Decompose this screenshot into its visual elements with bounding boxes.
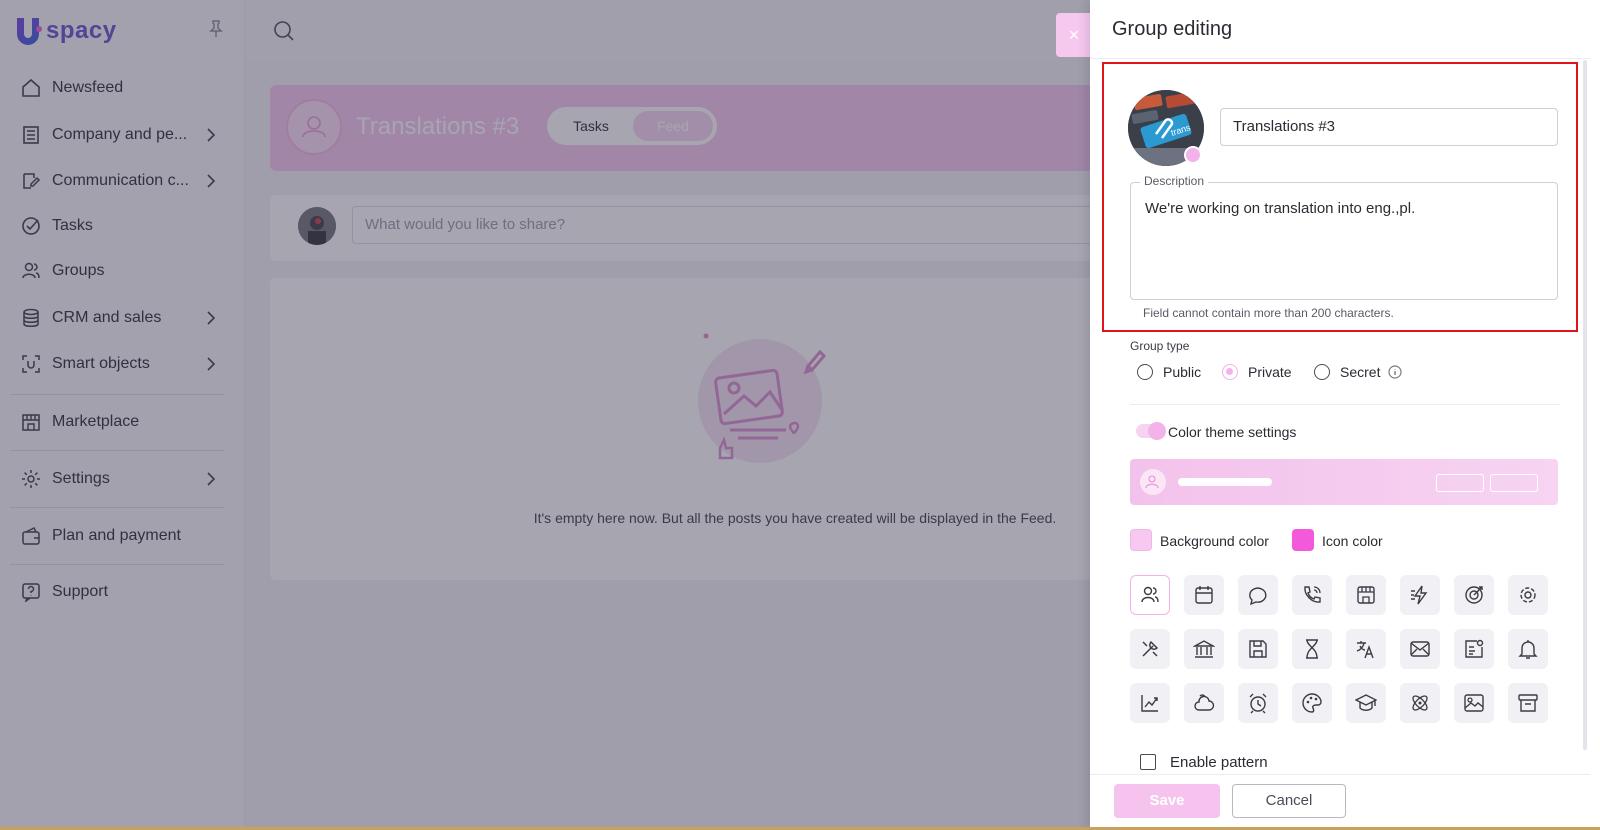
icon-option[interactable] bbox=[1238, 575, 1278, 615]
icon-option[interactable] bbox=[1346, 683, 1386, 723]
archive-icon bbox=[1518, 694, 1538, 712]
icon-option[interactable] bbox=[1400, 683, 1440, 723]
group-editing-drawer: Group editing trans Translations #3 Desc… bbox=[1090, 0, 1600, 830]
translate-icon bbox=[1356, 641, 1374, 659]
icon-option[interactable] bbox=[1130, 629, 1170, 669]
icon-option[interactable] bbox=[1130, 575, 1170, 615]
radio-label: Private bbox=[1248, 364, 1292, 380]
icon-option[interactable] bbox=[1346, 575, 1386, 615]
preview-title-bar bbox=[1178, 478, 1272, 486]
radio-dot bbox=[1137, 364, 1153, 380]
description-label: Description bbox=[1140, 174, 1209, 188]
radio-dot bbox=[1314, 364, 1330, 380]
radio-dot-selected bbox=[1222, 364, 1238, 380]
icon-option[interactable] bbox=[1400, 629, 1440, 669]
info-icon[interactable] bbox=[1388, 365, 1403, 379]
icon-option[interactable] bbox=[1292, 683, 1332, 723]
drawer-header-divider bbox=[1090, 58, 1590, 59]
icon-option[interactable] bbox=[1508, 629, 1548, 669]
group-name-input[interactable]: Translations #3 bbox=[1220, 108, 1558, 146]
cancel-button[interactable]: Cancel bbox=[1232, 784, 1346, 818]
image-edit-badge-icon[interactable] bbox=[1184, 146, 1202, 164]
preview-button bbox=[1436, 474, 1484, 492]
radio-label: Secret bbox=[1340, 364, 1381, 380]
icon-option[interactable] bbox=[1508, 683, 1548, 723]
palette-icon bbox=[1302, 693, 1322, 713]
background-color-swatch[interactable] bbox=[1130, 529, 1152, 551]
mail-icon bbox=[1410, 641, 1430, 657]
icon-option[interactable] bbox=[1238, 683, 1278, 723]
bell-icon bbox=[1518, 640, 1538, 659]
color-theme-toggle[interactable] bbox=[1136, 422, 1166, 440]
enable-pattern-checkbox[interactable] bbox=[1140, 754, 1156, 770]
icon-option[interactable] bbox=[1130, 683, 1170, 723]
save-button[interactable]: Save bbox=[1114, 784, 1220, 818]
icon-option[interactable] bbox=[1454, 575, 1494, 615]
background-color-label: Background color bbox=[1160, 533, 1269, 549]
group-type-label: Group type bbox=[1130, 339, 1190, 353]
icon-picker-grid bbox=[1130, 575, 1560, 731]
bank-icon bbox=[1193, 640, 1215, 658]
chart-icon bbox=[1141, 695, 1158, 712]
icon-option[interactable] bbox=[1292, 629, 1332, 669]
icon-option[interactable] bbox=[1184, 575, 1224, 615]
chat-bubble-icon bbox=[1249, 587, 1267, 606]
icon-option[interactable] bbox=[1238, 629, 1278, 669]
icon-option[interactable] bbox=[1292, 575, 1332, 615]
radio-public[interactable]: Public bbox=[1137, 362, 1201, 382]
description-value: We're working on translation into eng.,p… bbox=[1145, 200, 1416, 217]
save-icon bbox=[1249, 640, 1267, 658]
close-drawer-button[interactable]: × bbox=[1056, 13, 1092, 57]
target-icon bbox=[1465, 586, 1483, 604]
section-divider bbox=[1130, 404, 1560, 405]
drawer-scrollbar[interactable] bbox=[1583, 60, 1587, 750]
users-icon bbox=[1141, 586, 1159, 603]
icon-option[interactable] bbox=[1400, 575, 1440, 615]
image-icon bbox=[1464, 694, 1484, 712]
drawer-footer: Save Cancel bbox=[1090, 774, 1590, 830]
icon-option[interactable] bbox=[1184, 629, 1224, 669]
phone-icon bbox=[1304, 586, 1321, 603]
graduation-icon bbox=[1355, 694, 1377, 711]
close-icon: × bbox=[1068, 24, 1080, 45]
tools-icon bbox=[1142, 640, 1159, 657]
building-icon bbox=[1357, 586, 1375, 604]
atom-icon bbox=[1412, 695, 1428, 711]
icon-option[interactable] bbox=[1184, 683, 1224, 723]
hourglass-icon bbox=[1306, 639, 1318, 659]
icon-option[interactable] bbox=[1508, 575, 1548, 615]
lightning-icon bbox=[1411, 585, 1428, 605]
radio-secret[interactable]: Secret bbox=[1314, 362, 1403, 382]
icon-option[interactable] bbox=[1454, 629, 1494, 669]
icon-option[interactable] bbox=[1346, 629, 1386, 669]
calendar-icon bbox=[1195, 586, 1213, 604]
icon-color-label: Icon color bbox=[1322, 533, 1383, 549]
drawer-title: Group editing bbox=[1112, 18, 1233, 40]
preview-button bbox=[1490, 474, 1538, 492]
preview-avatar bbox=[1140, 469, 1166, 495]
theme-preview bbox=[1130, 459, 1558, 505]
modal-overlay[interactable] bbox=[0, 0, 1090, 830]
id-card-icon bbox=[1465, 639, 1484, 658]
enable-pattern-label: Enable pattern bbox=[1170, 754, 1268, 771]
alarm-icon bbox=[1249, 693, 1267, 714]
radio-private[interactable]: Private bbox=[1222, 362, 1292, 382]
color-theme-label: Color theme settings bbox=[1168, 424, 1297, 440]
icon-option[interactable] bbox=[1454, 683, 1494, 723]
gear-icon bbox=[1520, 587, 1536, 603]
description-hint: Field cannot contain more than 200 chara… bbox=[1143, 306, 1394, 320]
icon-color-swatch[interactable] bbox=[1292, 529, 1314, 551]
radio-label: Public bbox=[1163, 364, 1202, 380]
cloud-icon bbox=[1194, 694, 1215, 711]
